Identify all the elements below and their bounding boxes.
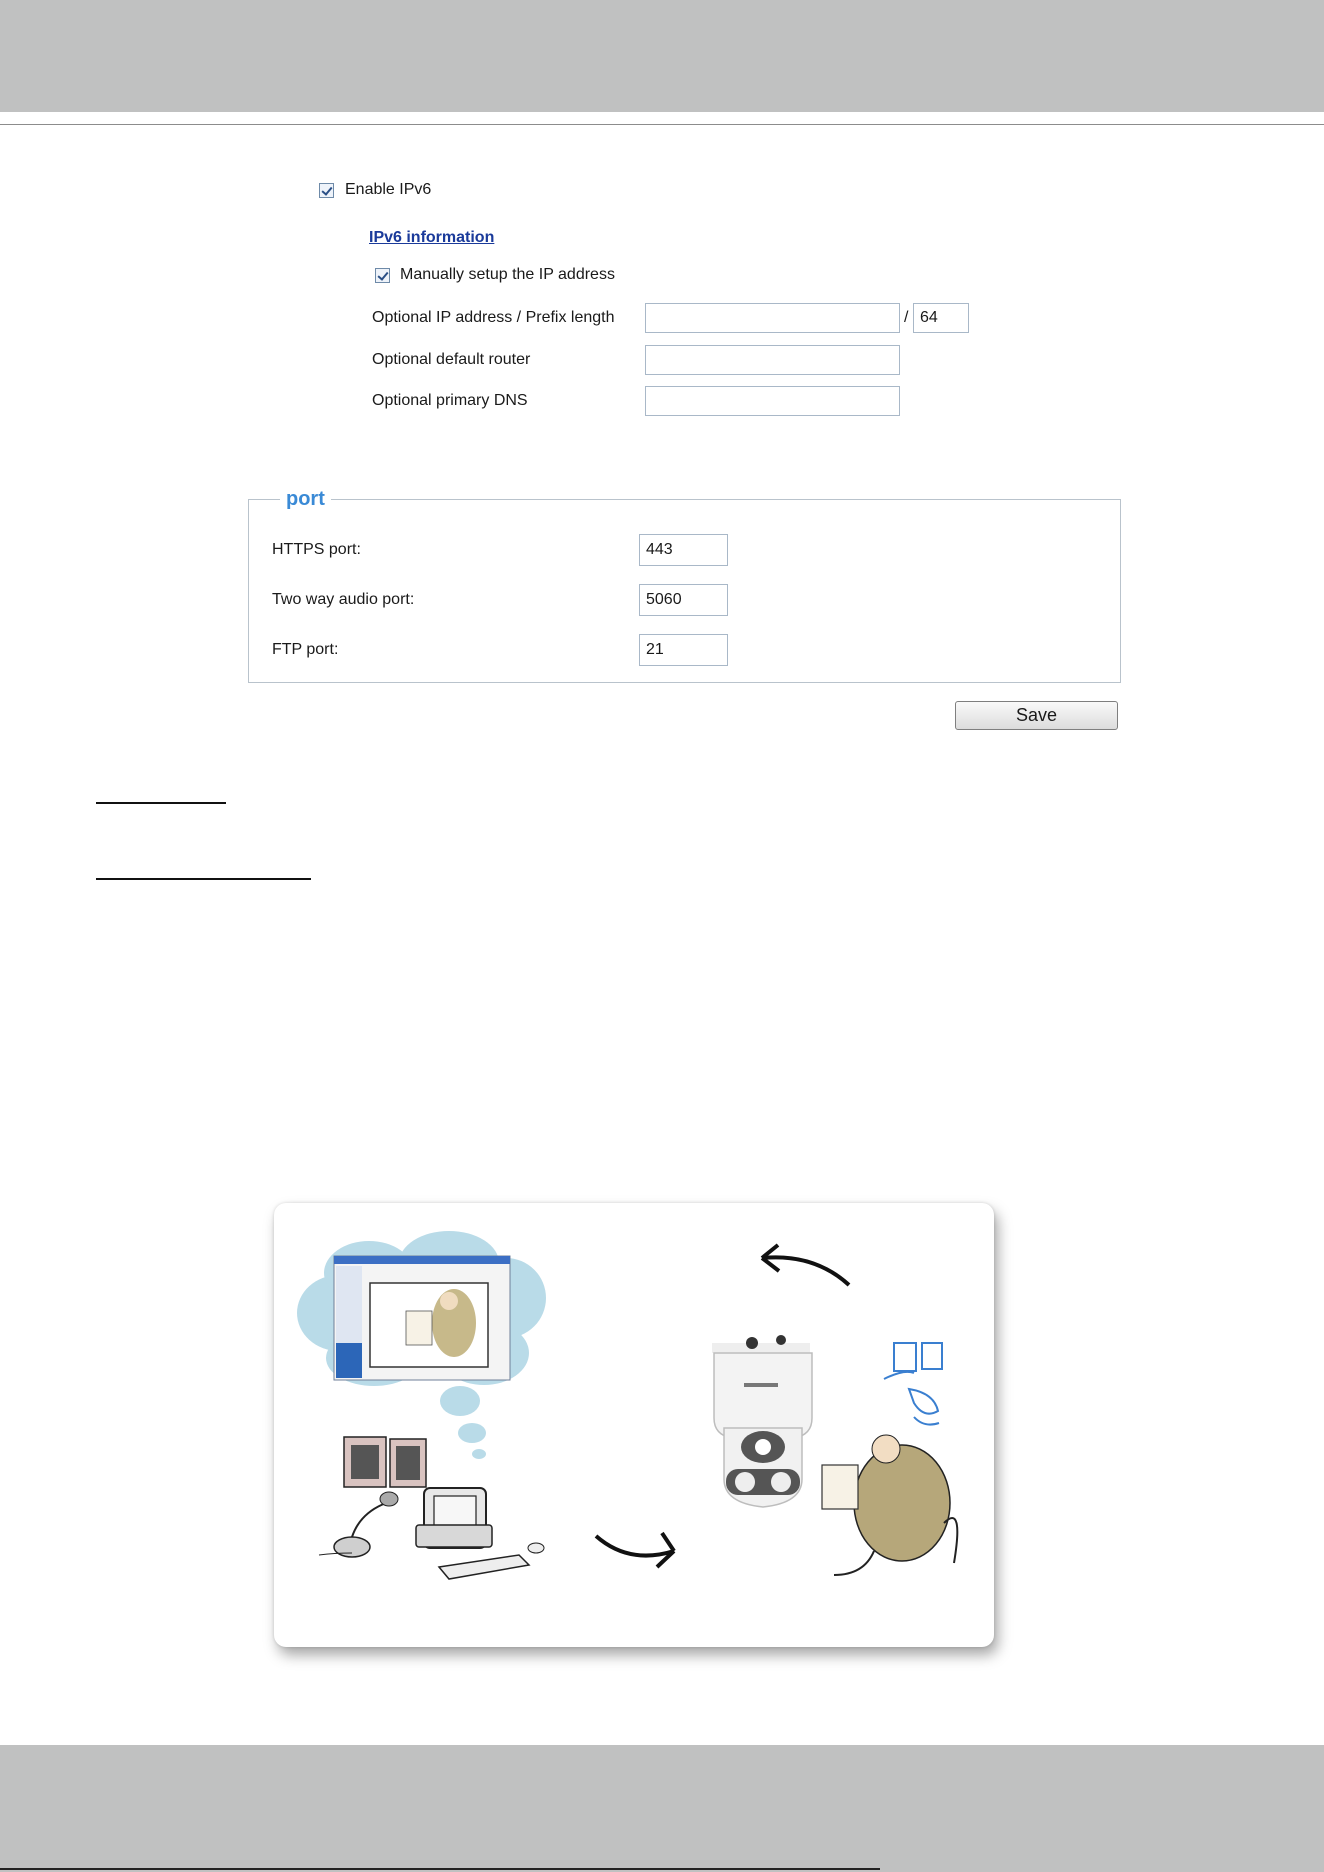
default-router-label: Optional default router bbox=[372, 351, 531, 368]
prefix-length-input[interactable] bbox=[913, 303, 969, 333]
manual-ip-label: Manually setup the IP address bbox=[400, 266, 615, 283]
page-footer-band bbox=[0, 1745, 1324, 1872]
heading-underline-2 bbox=[96, 878, 311, 880]
port-legend: port bbox=[280, 488, 331, 511]
https-port-label: HTTPS port: bbox=[272, 541, 361, 558]
default-router-input[interactable] bbox=[645, 345, 900, 375]
ftp-port-label: FTP port: bbox=[272, 641, 339, 658]
header-divider bbox=[0, 124, 1324, 125]
https-port-input[interactable] bbox=[639, 534, 728, 566]
speed-dome-camera-illustration bbox=[712, 1335, 813, 1508]
arrow-up-left-icon bbox=[761, 1255, 851, 1287]
person-reading-illustration bbox=[821, 1434, 959, 1576]
ipv6-information-link[interactable]: IPv6 information bbox=[369, 229, 494, 247]
manual-ip-checkbox[interactable] bbox=[375, 268, 390, 283]
primary-dns-input[interactable] bbox=[645, 386, 900, 416]
computer-with-microphone-illustration bbox=[318, 1436, 545, 1580]
heading-underline-1 bbox=[96, 802, 226, 804]
optional-ip-label: Optional IP address / Prefix length bbox=[372, 309, 615, 326]
two-way-audio-port-label: Two way audio port: bbox=[272, 591, 415, 608]
enable-ipv6-checkbox[interactable] bbox=[319, 183, 334, 198]
ftp-port-input[interactable] bbox=[639, 634, 728, 666]
prefix-separator: / bbox=[904, 309, 909, 326]
arrow-down-right-icon bbox=[594, 1534, 675, 1558]
speakers-and-phone-icon bbox=[883, 1342, 943, 1426]
footer-rule bbox=[0, 1868, 880, 1870]
optional-ip-input[interactable] bbox=[645, 303, 900, 333]
two-way-audio-port-input[interactable] bbox=[639, 584, 728, 616]
page-header-band bbox=[0, 0, 1324, 112]
two-way-audio-illustration bbox=[274, 1203, 994, 1647]
save-button[interactable]: Save bbox=[955, 701, 1118, 730]
thought-cloud-illustration bbox=[297, 1231, 546, 1459]
primary-dns-label: Optional primary DNS bbox=[372, 392, 528, 409]
enable-ipv6-label: Enable IPv6 bbox=[345, 181, 432, 198]
